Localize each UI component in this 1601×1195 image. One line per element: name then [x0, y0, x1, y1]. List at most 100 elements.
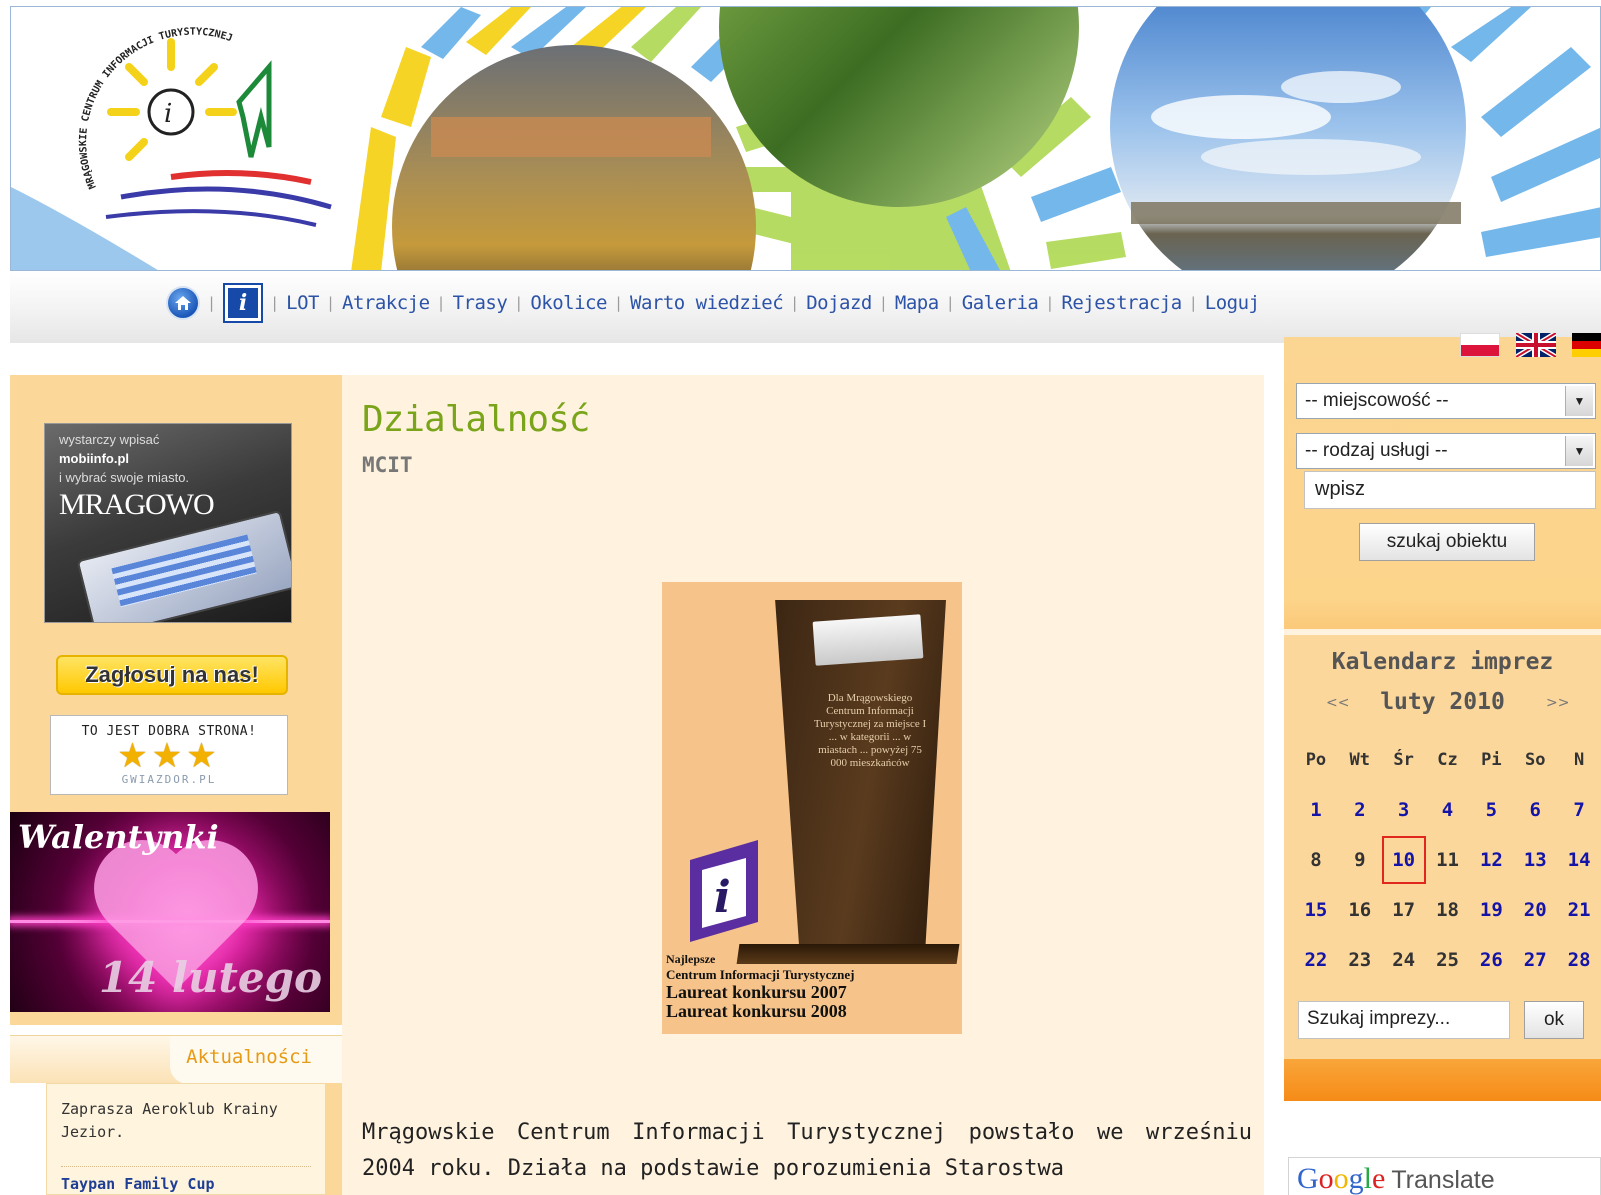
- banner-decoration: i MRĄGOWSKIE CENTRUM INFORMACJI TURYSTYC…: [11, 7, 1600, 270]
- calendar-day: 8: [1310, 849, 1322, 871]
- news-heading: Aktualności: [186, 1046, 312, 1068]
- nav-separator: |: [209, 294, 215, 312]
- valentines-banner[interactable]: Walentynki 14 lutego: [10, 812, 330, 1012]
- trophy-inscription: Dla Mrągowskiego Centrum Informacji Tury…: [813, 692, 927, 769]
- page-title: Dzialalność: [362, 399, 590, 440]
- calendar-title: Kalendarz imprez: [1331, 649, 1554, 675]
- service-select[interactable]: -- rodzaj usługi -- ▼: [1296, 433, 1596, 469]
- calendar-day[interactable]: 19: [1469, 899, 1513, 921]
- nav-item-warto-wiedziec[interactable]: Warto wiedzieć: [630, 292, 784, 314]
- news-item[interactable]: Taypan Family Cup: [61, 1166, 311, 1193]
- google-translate-widget[interactable]: Google Translate: [1288, 1157, 1601, 1195]
- nav-item-lot[interactable]: LOT: [286, 292, 319, 314]
- calendar-day[interactable]: 27: [1513, 949, 1557, 971]
- nav-item-loguj[interactable]: Loguj: [1205, 292, 1260, 314]
- news-list: Zaprasza Aeroklub Krainy Jezior. Taypan …: [46, 1083, 342, 1195]
- info-icon[interactable]: i: [223, 283, 264, 323]
- mobiinfo-text: wystarczy wpisać mobiinfo.pl i wybrać sw…: [59, 432, 190, 485]
- event-search-ok-button[interactable]: ok: [1524, 1001, 1584, 1039]
- calendar-day: 25: [1436, 949, 1459, 971]
- header-banner: i MRĄGOWSKIE CENTRUM INFORMACJI TURYSTYC…: [10, 6, 1601, 271]
- calendar-day[interactable]: 28: [1557, 949, 1601, 971]
- star-rating-icon: ★★★: [117, 736, 221, 776]
- flag-pl-icon[interactable]: [1460, 333, 1500, 357]
- vote-button[interactable]: Zagłosuj na nas!: [56, 655, 288, 695]
- nav-item-okolice[interactable]: Okolice: [530, 292, 607, 314]
- chevron-down-icon[interactable]: ▼: [1565, 436, 1593, 466]
- weekday-label: Cz: [1437, 750, 1458, 770]
- calendar-day: 11: [1436, 849, 1459, 871]
- valentine-date: 14 lutego: [98, 953, 322, 1002]
- calendar-week: 22 23 24 25 26 27 28: [1294, 935, 1601, 985]
- nav-separator: |: [1047, 294, 1053, 312]
- nav-separator: |: [880, 294, 886, 312]
- calendar-day[interactable]: 20: [1513, 899, 1557, 921]
- calendar-day[interactable]: 6: [1513, 799, 1557, 821]
- next-month-button[interactable]: >>: [1546, 695, 1569, 711]
- prev-month-button[interactable]: <<: [1326, 695, 1349, 711]
- gwiazdor-site: GWIAZDOR.PL: [121, 773, 217, 786]
- calendar-day[interactable]: 13: [1513, 849, 1557, 871]
- nav-item-trasy[interactable]: Trasy: [453, 292, 508, 314]
- nav-item-dojazd[interactable]: Dojazd: [806, 292, 872, 314]
- calendar-day[interactable]: 1: [1294, 799, 1338, 821]
- mobiinfo-banner[interactable]: wystarczy wpisać mobiinfo.pl i wybrać sw…: [44, 423, 292, 623]
- nav-separator: |: [272, 294, 278, 312]
- calendar-day[interactable]: 5: [1469, 799, 1513, 821]
- nav-separator: |: [947, 294, 953, 312]
- calendar-day[interactable]: 21: [1557, 899, 1601, 921]
- news-header: Aktualności: [10, 1035, 342, 1084]
- calendar-day[interactable]: 2: [1338, 799, 1382, 821]
- calendar-day[interactable]: 26: [1469, 949, 1513, 971]
- flag-de-icon[interactable]: [1572, 333, 1601, 357]
- gwiazdor-badge[interactable]: TO JEST DOBRA STRONA! ★★★ GWIAZDOR.PL: [50, 715, 288, 795]
- calendar-day: 16: [1348, 899, 1372, 921]
- home-icon[interactable]: [166, 286, 200, 320]
- object-search-input[interactable]: wpisz: [1304, 471, 1596, 509]
- valentine-title: Walentynki: [18, 818, 219, 856]
- weekday-label: Wt: [1349, 750, 1371, 770]
- svg-text:i: i: [714, 872, 731, 923]
- page-subtitle: MCIT: [362, 453, 413, 477]
- weekday-label: Śr: [1393, 750, 1414, 770]
- nav-item-rejestracja[interactable]: Rejestracja: [1061, 292, 1182, 314]
- object-search-panel: -- miejscowość -- ▼ -- rodzaj usługi -- …: [1284, 333, 1601, 629]
- award-caption: Najlepsze Centrum Informacji Turystyczne…: [666, 952, 855, 1021]
- nav-separator: |: [327, 294, 334, 312]
- nav-item-atrakcje[interactable]: Atrakcje: [342, 292, 430, 314]
- flag-gb-icon[interactable]: [1516, 333, 1556, 357]
- weekday-label: So: [1524, 750, 1546, 770]
- calendar-day: 18: [1436, 899, 1459, 921]
- main-nav: | i | LOT | Atrakcje | Trasy | Okolice |…: [10, 271, 1601, 343]
- search-object-button[interactable]: szukaj obiektu: [1359, 523, 1535, 561]
- nav-item-galeria[interactable]: Galeria: [962, 292, 1039, 314]
- info-logo-icon: i: [690, 840, 758, 942]
- calendar-day[interactable]: 12: [1469, 849, 1513, 871]
- calendar-week: 15 16 17 18 19 20 21: [1294, 885, 1601, 935]
- place-select[interactable]: -- miejscowość -- ▼: [1296, 383, 1596, 419]
- calendar-week: 1234567: [1294, 785, 1601, 835]
- calendar-grid: Po Wt Śr Cz Pi So N 1 2 3 4 5 6 7 8 9 10 11 12 13 14 15 16 17 1…: [1294, 735, 1601, 985]
- main-content: Dzialalność MCIT Dla Mrągowskiego Centru…: [342, 375, 1264, 1195]
- calendar-weekdays: Po Wt Śr Cz Pi So N: [1294, 735, 1601, 785]
- calendar-day[interactable]: 15: [1294, 899, 1338, 921]
- news-item[interactable]: Zaprasza Aeroklub Krainy Jezior.: [61, 1098, 311, 1144]
- nav-separator: |: [792, 294, 798, 312]
- event-search-input[interactable]: Szukaj imprezy...: [1298, 1001, 1510, 1039]
- calendar-day[interactable]: 14: [1557, 849, 1601, 871]
- article-body: Mrągowskie Centrum Informacji Turystyczn…: [362, 1120, 1252, 1181]
- phone-icon: [76, 509, 291, 622]
- chevron-down-icon[interactable]: ▼: [1565, 386, 1593, 416]
- left-panel: wystarczy wpisać mobiinfo.pl i wybrać sw…: [10, 375, 342, 1025]
- nav-separator: |: [438, 294, 444, 312]
- calendar-day[interactable]: 22: [1294, 949, 1338, 971]
- site-logo[interactable]: i MRĄGOWSKIE CENTRUM INFORMACJI TURYSTYC…: [78, 27, 332, 227]
- calendar-day[interactable]: 3: [1382, 799, 1426, 821]
- calendar-day[interactable]: 4: [1426, 799, 1470, 821]
- calendar-day: 23: [1348, 949, 1372, 971]
- mobiinfo-city: MRAGOWO: [59, 488, 215, 521]
- calendar-day: 17: [1392, 899, 1416, 921]
- calendar-day[interactable]: 7: [1557, 799, 1601, 821]
- calendar-day[interactable]: 10: [1381, 836, 1426, 884]
- nav-item-mapa[interactable]: Mapa: [895, 292, 939, 314]
